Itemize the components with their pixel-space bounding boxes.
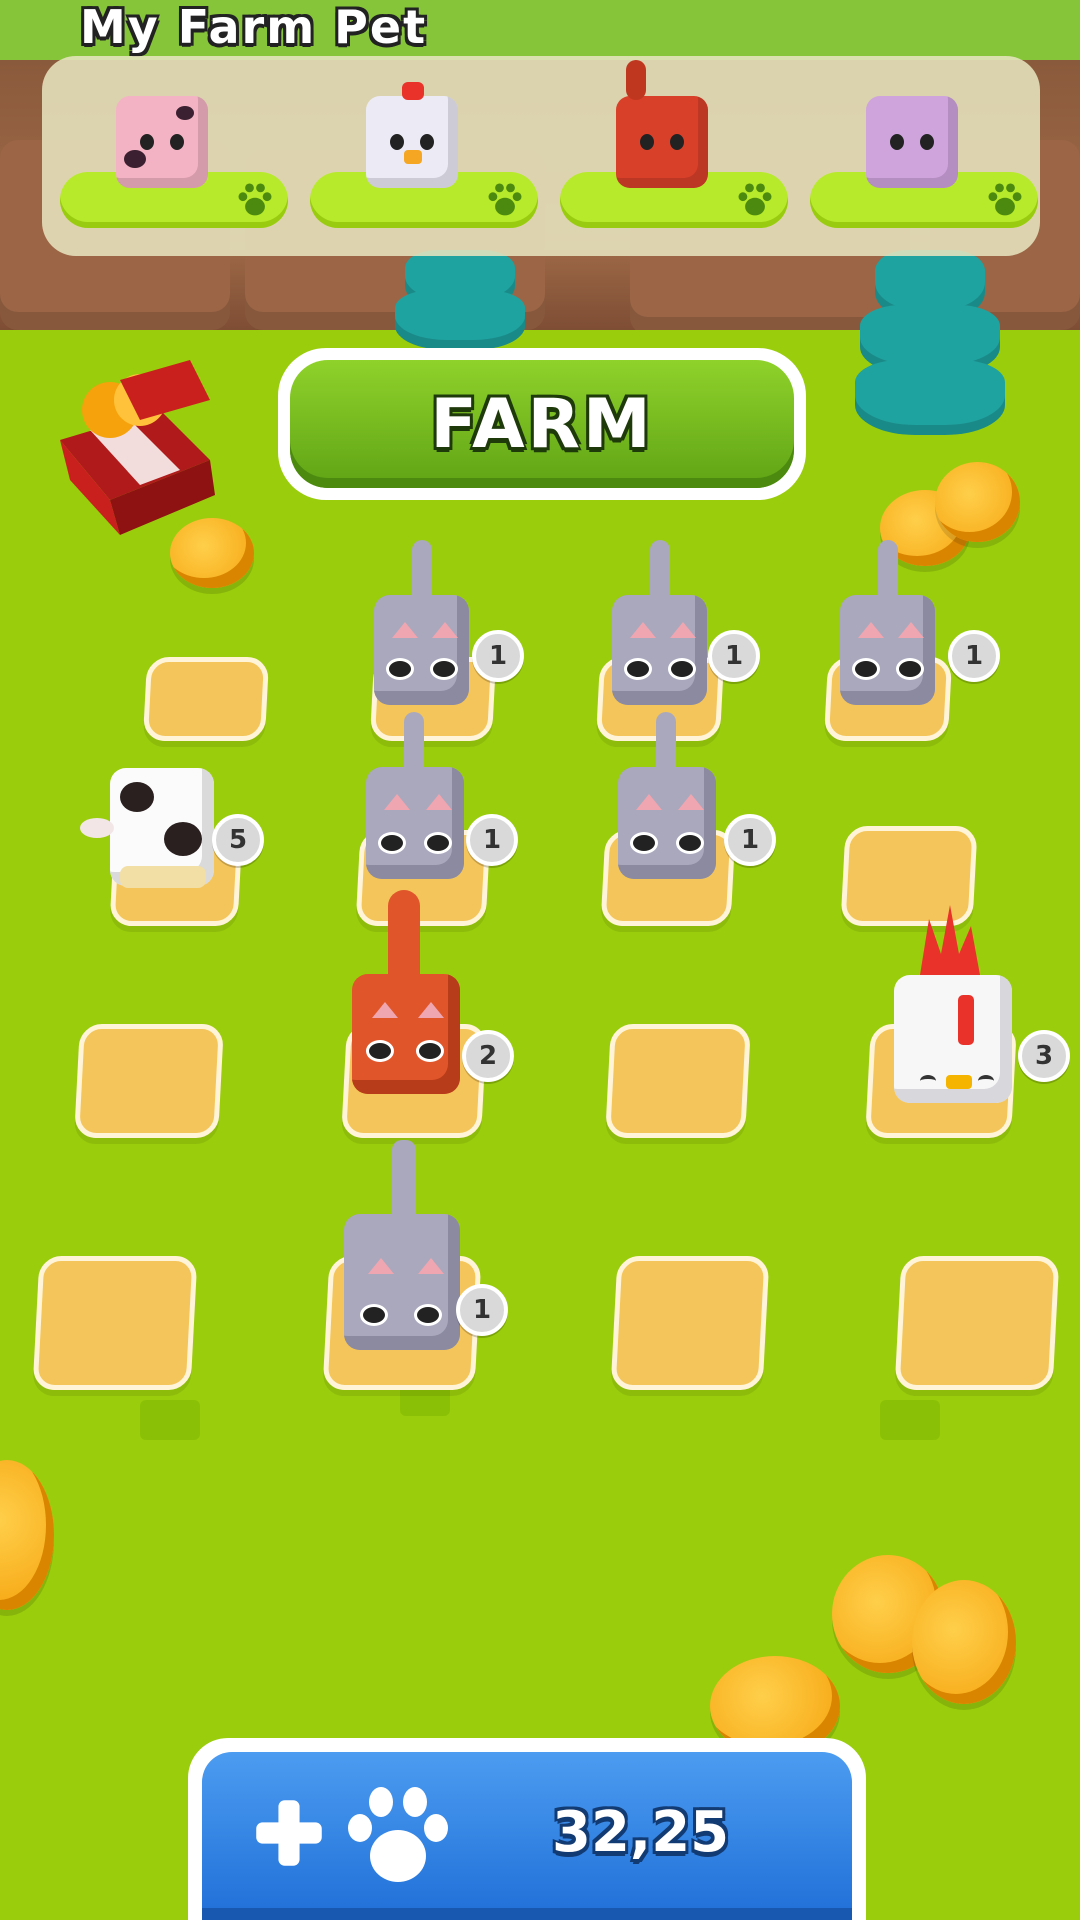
gray-cat-pet[interactable] <box>618 712 728 892</box>
pet-slot-chicken[interactable] <box>300 56 538 256</box>
paw-icon <box>238 183 272 216</box>
level-badge: 1 <box>466 814 518 866</box>
gray-cat-pet[interactable] <box>612 540 722 720</box>
cow-pig-pet-icon <box>116 96 208 188</box>
level-badge: 5 <box>212 814 264 866</box>
paw-icon <box>738 183 772 216</box>
gift-box-icon[interactable] <box>40 360 240 540</box>
paw-icon <box>348 1787 448 1882</box>
grid-tile[interactable] <box>894 1256 1060 1390</box>
paw-coin-icon <box>935 462 1020 542</box>
gray-cat-pet[interactable] <box>344 1140 474 1360</box>
grid-tile[interactable] <box>32 1256 198 1390</box>
grid-tile[interactable] <box>605 1024 751 1138</box>
plus-icon <box>256 1800 322 1866</box>
gray-cat-pet[interactable] <box>366 712 476 892</box>
grid-tile[interactable] <box>142 657 270 741</box>
purple-cat-pet-icon <box>866 96 958 188</box>
chicken-pet-icon <box>366 82 458 188</box>
red-cat-pet-icon <box>616 60 708 188</box>
grass-patch <box>880 1400 940 1440</box>
paw-icon <box>988 183 1022 216</box>
paw-coin-icon <box>170 518 254 588</box>
level-badge: 1 <box>472 630 524 682</box>
grid-tile[interactable] <box>610 1256 770 1390</box>
pet-slot-purple-cat[interactable] <box>800 56 1038 256</box>
gray-cat-pet[interactable] <box>840 540 950 720</box>
grass-patch <box>140 1400 200 1440</box>
farm-button[interactable]: FARM <box>278 348 806 500</box>
cow-pet[interactable] <box>80 762 220 902</box>
level-badge: 3 <box>1018 1030 1070 1082</box>
farm-button-label: FARM <box>430 384 654 464</box>
level-badge: 2 <box>462 1030 514 1082</box>
level-badge: 1 <box>456 1284 508 1336</box>
level-badge: 1 <box>708 630 760 682</box>
pet-slot-cow-pig[interactable] <box>50 56 288 256</box>
paw-coin-icon <box>912 1580 1016 1704</box>
chicken-pet[interactable] <box>890 905 1030 1105</box>
page-title: My Farm Pet <box>80 0 428 54</box>
pet-slot-red-cat[interactable] <box>550 56 788 256</box>
buy-pet-button[interactable]: 32,25 <box>188 1738 866 1920</box>
tree <box>390 250 530 350</box>
level-badge: 1 <box>724 814 776 866</box>
gray-cat-pet[interactable] <box>374 540 484 720</box>
red-cat-pet[interactable] <box>352 890 472 1110</box>
tree <box>850 250 1010 440</box>
grid-tile[interactable] <box>74 1024 224 1138</box>
buy-cost-value: 32,25 <box>552 1800 730 1865</box>
paw-icon <box>488 183 522 216</box>
level-badge: 1 <box>948 630 1000 682</box>
pet-collection-panel <box>42 56 1040 256</box>
